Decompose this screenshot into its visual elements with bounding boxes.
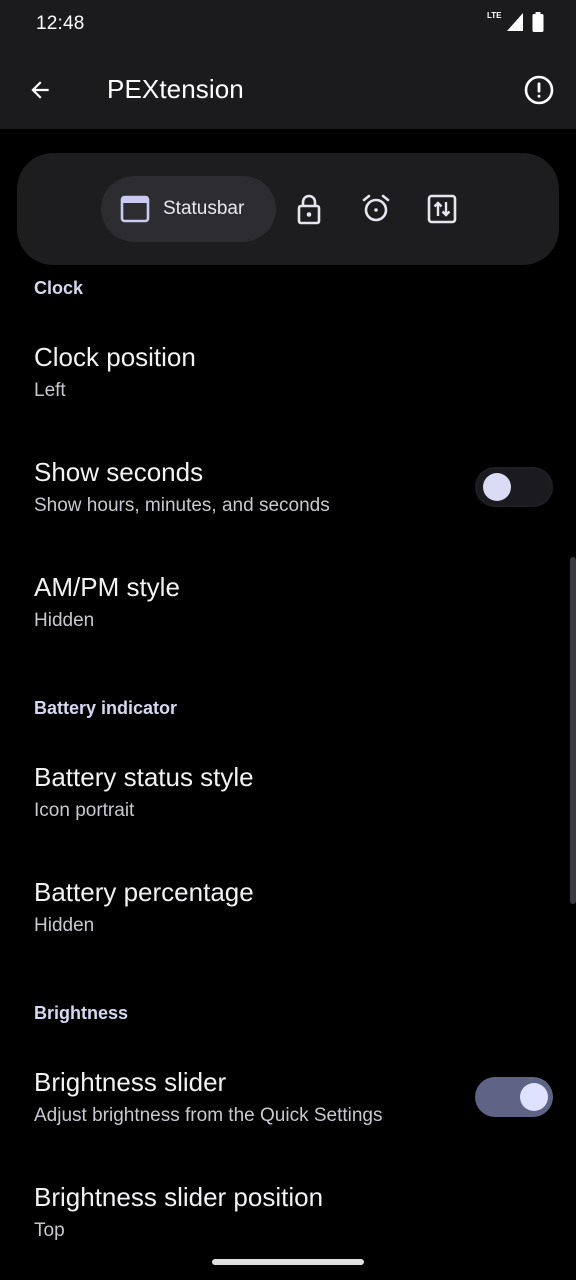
window-icon (120, 195, 150, 223)
lte-signal-icon: LTE (487, 11, 524, 32)
pref-clock-position[interactable]: Clock position Left (0, 342, 576, 452)
battery-icon (532, 12, 544, 32)
tab-statusbar[interactable]: Statusbar (101, 176, 276, 242)
tab-quick-settings[interactable] (425, 192, 459, 226)
section-header-brightness: Brightness (34, 1003, 129, 1023)
section-header-clock: Clock (34, 278, 84, 298)
pref-title: Show seconds (34, 457, 204, 487)
toggle-thumb (483, 473, 511, 501)
pref-title: Battery percentage (34, 877, 254, 907)
back-button[interactable] (22, 72, 58, 108)
pref-title: Battery status style (34, 762, 254, 792)
network-type-label: LTE (487, 11, 502, 20)
pref-title: AM/PM style (34, 572, 180, 602)
show-seconds-toggle[interactable] (475, 467, 553, 507)
pref-summary: Adjust brightness from the Quick Setting… (34, 1105, 383, 1126)
pref-title: Clock position (34, 342, 196, 372)
alarm-icon (362, 194, 390, 222)
pref-brightness-slider-position[interactable]: Brightness slider position Top (0, 1182, 576, 1280)
tab-strip: Statusbar (17, 153, 559, 265)
pref-battery-status-style[interactable]: Battery status style Icon portrait (0, 762, 576, 872)
status-bar: 12:48 LTE (0, 0, 576, 50)
app-bar: PEXtension (0, 50, 576, 129)
pref-title: Brightness slider position (34, 1182, 324, 1212)
info-button[interactable] (520, 71, 558, 109)
pref-summary: Left (34, 380, 66, 401)
pref-summary: Hidden (34, 915, 95, 936)
status-time: 12:48 (36, 13, 85, 34)
info-icon (524, 75, 554, 105)
brightness-slider-toggle[interactable] (475, 1077, 553, 1117)
pref-summary: Icon portrait (34, 800, 135, 821)
settings-screen: 12:48 LTE PEXtension Statusbar Clock Clo… (0, 0, 576, 1280)
pref-brightness-slider[interactable]: Brightness slider Adjust brightness from… (0, 1067, 576, 1177)
pref-show-seconds[interactable]: Show seconds Show hours, minutes, and se… (0, 457, 576, 567)
tab-alarm[interactable] (359, 192, 393, 226)
pref-title: Brightness slider (34, 1067, 227, 1097)
toggle-thumb (520, 1083, 548, 1111)
pref-summary: Hidden (34, 610, 95, 631)
pref-summary: Show hours, minutes, and seconds (34, 495, 330, 516)
section-header-battery: Battery indicator (34, 698, 178, 718)
pref-battery-percentage[interactable]: Battery percentage Hidden (0, 877, 576, 987)
tab-lockscreen[interactable] (292, 192, 326, 226)
gesture-nav-handle[interactable] (212, 1259, 364, 1265)
lock-icon (297, 194, 321, 225)
tab-statusbar-label: Statusbar (163, 198, 245, 219)
pref-summary: Top (34, 1220, 65, 1241)
scrollbar[interactable] (570, 557, 576, 904)
quick-settings-icon (427, 194, 457, 224)
page-title: PEXtension (107, 74, 244, 104)
pref-am-pm-style[interactable]: AM/PM style Hidden (0, 572, 576, 682)
arrow-back-icon (31, 81, 49, 99)
status-icons: LTE (487, 11, 544, 32)
